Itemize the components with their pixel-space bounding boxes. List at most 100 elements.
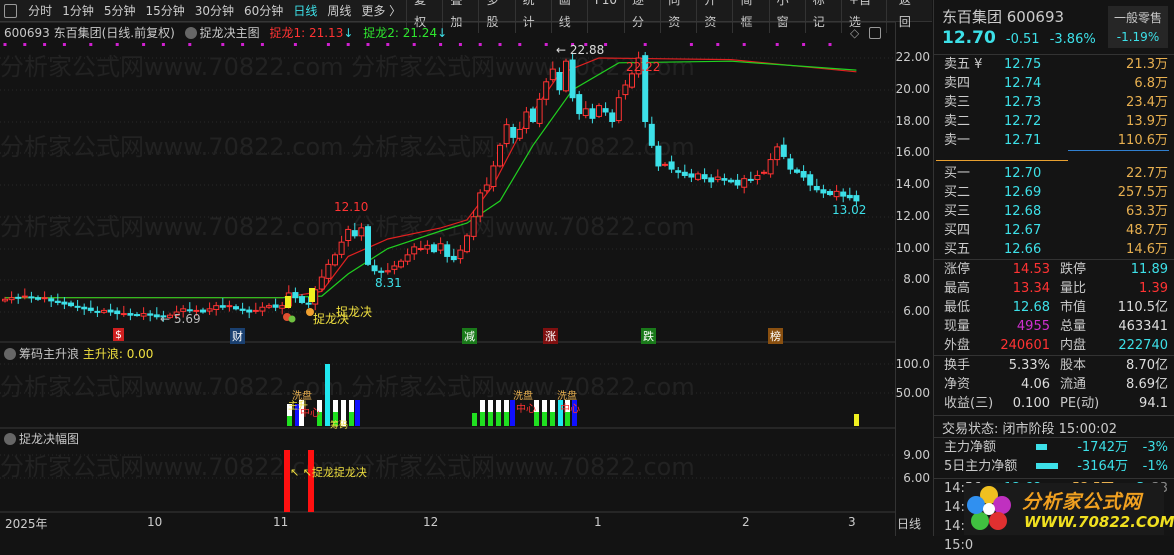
candle-body — [437, 243, 444, 251]
signal-dot — [544, 43, 548, 46]
stat-value: 11.89 — [1130, 262, 1168, 277]
signal-dot — [386, 43, 390, 46]
candle-body — [153, 314, 160, 318]
sector-name: 一般零售 — [1113, 11, 1162, 25]
chip-bar-top — [480, 400, 485, 412]
price-tick: 6.00 — [903, 304, 930, 318]
candle-body — [48, 298, 55, 302]
indicator-name[interactable]: 捉龙决主图 — [200, 26, 260, 40]
price-tick: 12.00 — [895, 208, 930, 223]
candle-body — [767, 159, 774, 175]
signal-dot — [643, 43, 647, 46]
stat-label: 换手 — [944, 358, 971, 373]
signal-dot — [115, 43, 119, 46]
bid-row[interactable]: 买二 12.69 257.5万 — [934, 183, 1174, 202]
ask-row[interactable]: 卖一 12.71 110.6万 — [934, 131, 1174, 150]
time-tick: 1 — [594, 515, 602, 529]
candle-body — [622, 84, 629, 96]
candle-body — [470, 216, 477, 237]
amplitude-bar — [308, 450, 314, 512]
candle-body — [134, 314, 140, 317]
signal-dot — [89, 43, 93, 46]
kline-chart[interactable]: 分析家公式网www.70822.com 分析家公式网www.70822.com 分… — [0, 0, 895, 536]
signal-marker[interactable]: $ — [113, 328, 124, 341]
signal-dot — [260, 43, 264, 46]
signal-dot — [142, 43, 146, 46]
signal-marker[interactable]: 财 — [230, 328, 245, 344]
label-low1: 8.31 — [375, 276, 402, 290]
tick-count — [1144, 536, 1168, 555]
chip-bar-top — [504, 400, 509, 412]
layout-icon[interactable] — [869, 27, 881, 39]
signal-marker[interactable]: 榜 — [768, 328, 783, 344]
bid-row[interactable]: 买一 12.70 22.7万 — [934, 164, 1174, 183]
signal-marker[interactable]: 跌 — [641, 328, 656, 344]
ask-row[interactable]: 卖五 ¥ 12.75 21.3万 — [934, 55, 1174, 74]
stat-label: 总量 — [1060, 319, 1087, 334]
candle-body — [391, 265, 398, 270]
stat-value: 4955 — [1016, 319, 1050, 334]
candle-body — [74, 305, 81, 308]
candle-body — [246, 309, 253, 313]
candle-body — [794, 169, 800, 173]
label-last: 13.02 — [832, 203, 867, 217]
time-tick: 10 — [147, 515, 163, 529]
dropdown-icon[interactable] — [184, 27, 197, 39]
time-tick: 12 — [423, 515, 439, 529]
diamond-icon[interactable]: ◇ — [850, 26, 859, 40]
ask-label: 卖二 — [944, 114, 971, 129]
stat-value: 13.34 — [1012, 281, 1050, 296]
signal-dot — [604, 43, 608, 46]
ask-label: 卖四 — [944, 76, 971, 91]
stats-row: 最低 12.68 市值 110.5亿 — [934, 298, 1174, 317]
candle-body — [219, 305, 226, 308]
ask-price: 12.75 — [1004, 57, 1042, 72]
chip-bar — [355, 400, 360, 426]
panel2-title: 筹码主升浪 — [19, 347, 80, 361]
flow-amount: -1742万 — [1077, 440, 1128, 455]
bid-row[interactable]: 买五 12.66 14.6万 — [934, 240, 1174, 259]
candle-body — [714, 176, 721, 181]
candle-body — [688, 173, 695, 178]
candle-body — [596, 105, 602, 117]
candle-body — [543, 81, 550, 100]
ask-row[interactable]: 卖二 12.72 13.9万 — [934, 112, 1174, 131]
panel2-header: 筹码主升浪 主升浪: 0.00 — [4, 345, 153, 362]
dropdown-icon[interactable] — [4, 433, 16, 445]
stat-label: 股本 — [1060, 358, 1087, 373]
candle-body — [615, 97, 622, 122]
candle-body — [681, 171, 688, 176]
flow-bar — [1036, 444, 1047, 450]
candle-body — [417, 248, 424, 250]
ask-row[interactable]: 卖四 12.74 6.8万 — [934, 74, 1174, 93]
signal-dot — [412, 43, 416, 46]
ask-row[interactable]: 卖三 12.73 23.4万 — [934, 93, 1174, 112]
candle-body — [576, 94, 583, 115]
candle-body — [305, 302, 312, 305]
ask-price: 12.74 — [1004, 76, 1042, 91]
candle-body — [464, 235, 470, 253]
dropdown-icon[interactable] — [4, 348, 16, 360]
candle-body — [147, 313, 154, 316]
signal-dot — [518, 43, 522, 46]
candle-body — [411, 246, 418, 255]
candle-body — [754, 174, 761, 180]
bid-volume: 14.6万 — [1126, 242, 1168, 257]
line-zhuolong2 — [5, 60, 857, 299]
bid-row[interactable]: 买三 12.68 63.3万 — [934, 202, 1174, 221]
candle-body — [556, 71, 563, 91]
bid-row[interactable]: 买四 12.67 48.7万 — [934, 221, 1174, 240]
stat-label: 外盘 — [944, 338, 971, 353]
signal-dot — [293, 43, 297, 46]
candle-body — [483, 184, 490, 192]
candle-body — [365, 226, 371, 265]
candle-body — [213, 305, 220, 310]
signal-marker[interactable]: 减 — [462, 328, 477, 344]
signal-marker[interactable]: 涨 — [543, 328, 558, 344]
signal-dot — [478, 43, 482, 46]
sector-box[interactable]: 一般零售 -1.19% — [1108, 6, 1168, 48]
candle-body — [490, 165, 497, 187]
chip-bar-top — [488, 400, 493, 412]
bid-price: 12.68 — [1004, 204, 1042, 219]
candle-body — [252, 309, 259, 312]
